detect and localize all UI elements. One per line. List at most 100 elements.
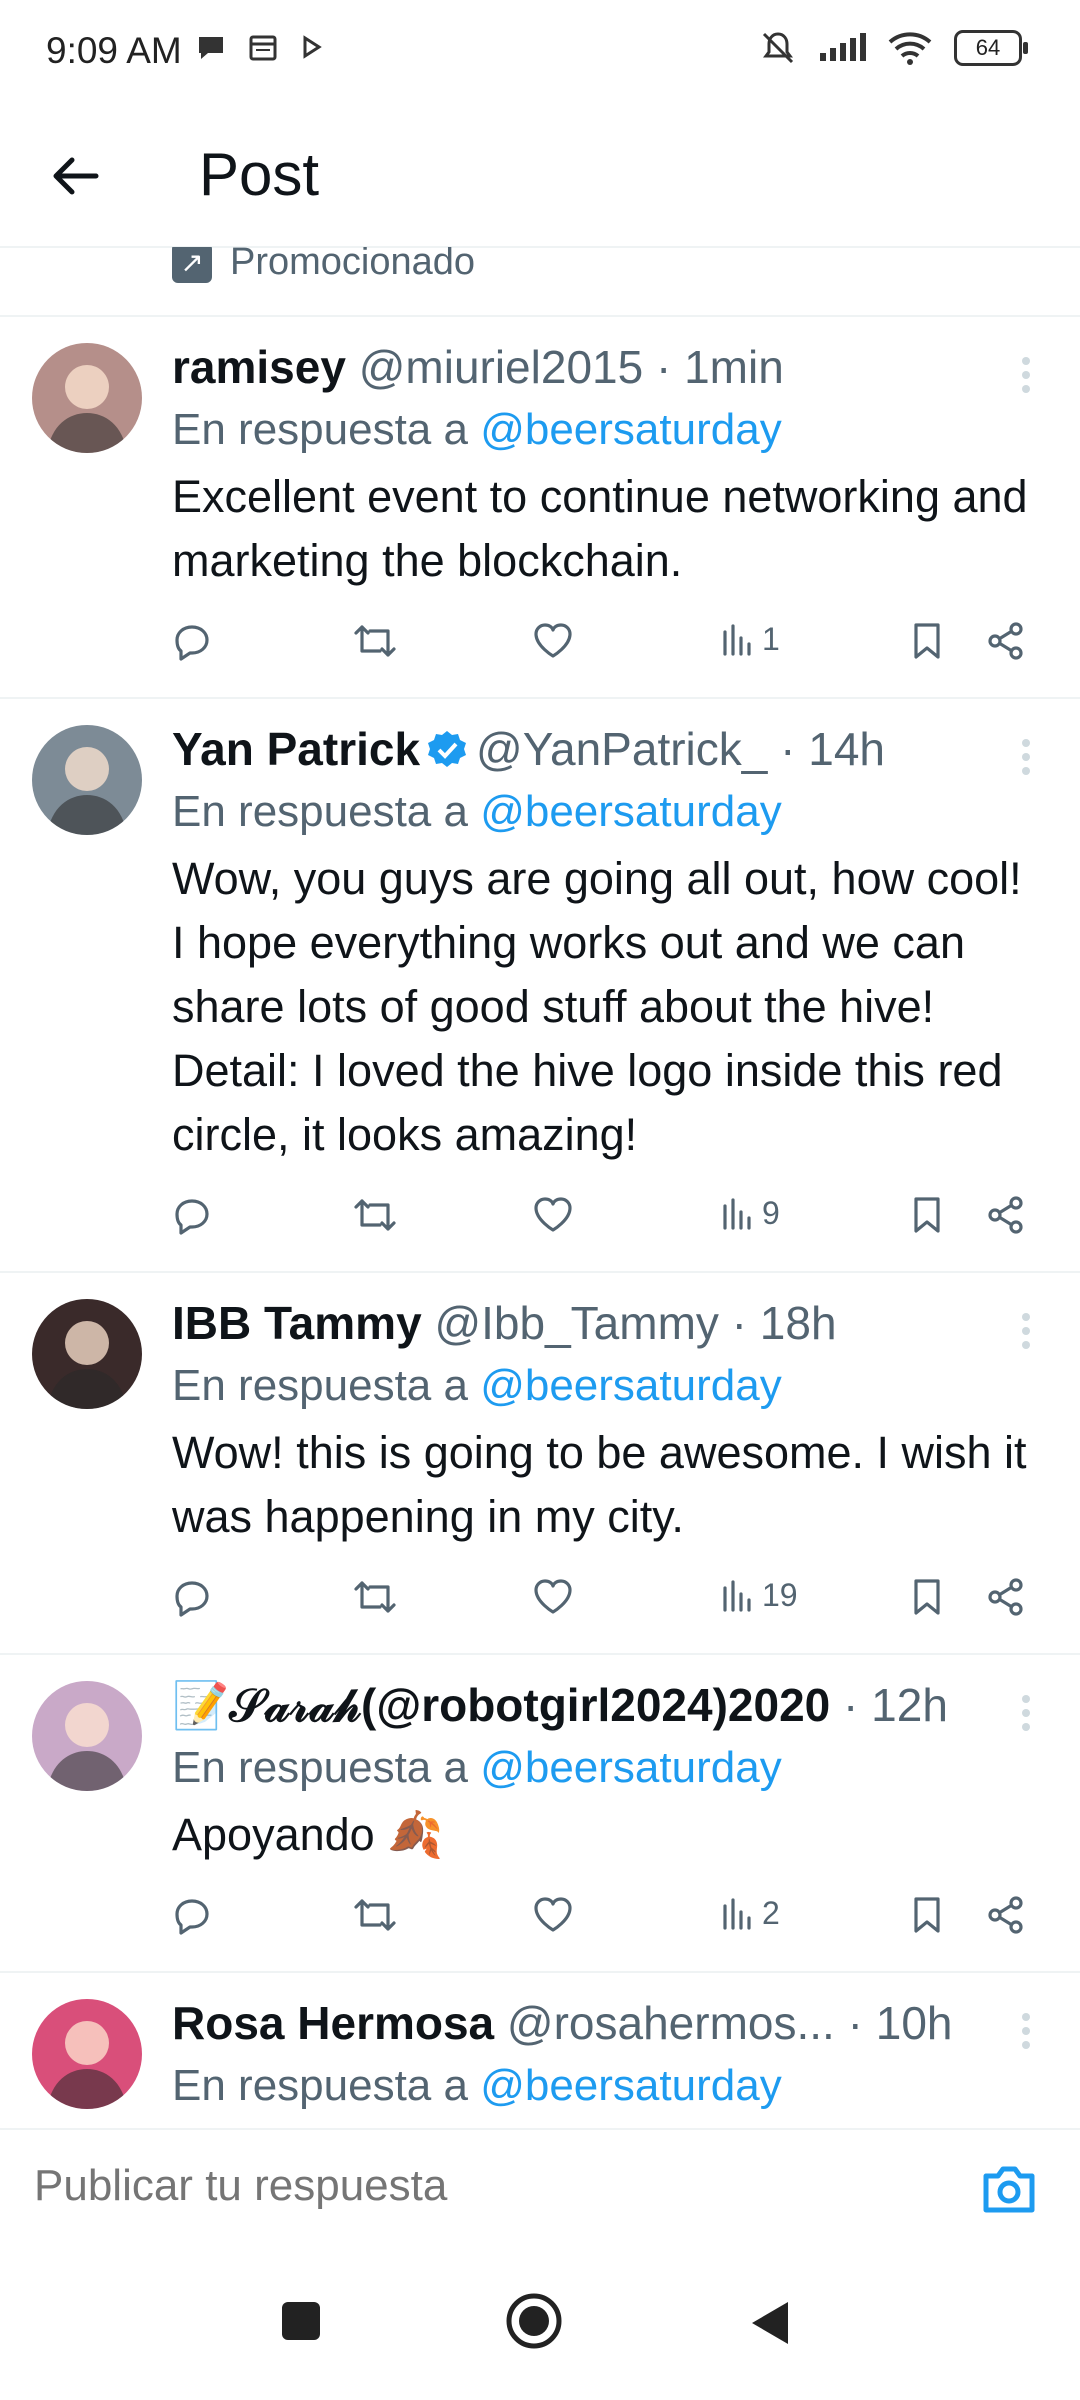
app-header: Post [0,120,1080,248]
reply-context: En respuesta a @beersaturday [172,399,1040,461]
comment-icon [175,1199,209,1235]
views-button[interactable]: 2 [720,1895,780,1932]
retweet-icon [354,1199,396,1231]
reply-mention-link[interactable]: @beersaturday [480,405,782,454]
like-button[interactable] [532,1195,574,1235]
user-handle[interactable]: @rosahermos... [507,1997,835,2049]
comment-icon [175,1581,209,1617]
bookmark-button[interactable] [910,1195,944,1235]
promoted-arrow-icon: ↗ [172,247,212,283]
views-button[interactable]: 19 [720,1577,798,1614]
avatar[interactable] [32,1299,142,1409]
home-button[interactable] [505,2292,563,2355]
retweet-button[interactable] [352,621,398,661]
retweet-button[interactable] [352,1895,398,1935]
reply-mention-link[interactable]: @beersaturday [480,2061,782,2110]
chat-bubble-icon [199,37,223,59]
comment-icon [175,1899,209,1935]
more-options-button[interactable] [1016,1693,1036,1733]
wifi-icon [888,32,932,65]
retweet-button[interactable] [352,1195,398,1235]
reply-input[interactable] [32,2160,936,2212]
reply-tweet[interactable]: Yan Patrick @YanPatrick_ · 14h En respues… [0,699,1080,1273]
timestamp[interactable]: 18h [760,1297,837,1349]
timestamp[interactable]: 14h [808,723,885,775]
analytics-bars-icon [723,1897,751,1930]
reply-button[interactable] [172,621,212,661]
camera-button[interactable] [980,2162,1038,2216]
action-bar: 2 [172,1867,1040,1971]
avatar[interactable] [32,1681,142,1791]
mute-bell-icon [762,32,794,64]
bookmark-button[interactable] [910,621,944,661]
signal-icon [820,33,866,61]
recents-button[interactable] [278,2298,324,2349]
action-bar: 1 [172,593,1040,697]
battery-icon: 64 [954,30,1028,66]
timestamp[interactable]: 10h [876,1997,953,2049]
display-name[interactable]: Yan Patrick [172,723,420,775]
reply-prefix: En respuesta a [172,787,468,836]
views-count: 1 [762,621,780,657]
display-name[interactable]: IBB Tammy [172,1297,422,1349]
reply-mention-link[interactable]: @beersaturday [480,787,782,836]
like-button[interactable] [532,621,574,661]
comment-icon [175,625,209,661]
reply-tweet[interactable]: IBB Tammy @Ibb_Tammy · 18h En respuesta … [0,1273,1080,1655]
reply-prefix: En respuesta a [172,1361,468,1410]
user-handle[interactable]: @YanPatrick_ [476,723,767,775]
replies-feed[interactable]: ramisey @miuriel2015 · 1min En respuesta… [0,317,1080,2127]
display-name[interactable]: Rosa Hermosa [172,1997,494,2049]
avatar[interactable] [32,343,142,453]
bookmark-button[interactable] [910,1895,944,1935]
share-button[interactable] [986,1895,1026,1935]
views-count: 2 [762,1895,780,1931]
bookmark-icon [914,1579,940,1615]
reply-button[interactable] [172,1895,212,1935]
tweet-text: Excellent event to continue networking a… [172,471,1028,586]
share-button[interactable] [986,621,1026,661]
reply-tweet[interactable]: Rosa Hermosa @rosahermos... · 10h En res… [0,1973,1080,2127]
more-options-button[interactable] [1016,355,1036,395]
reply-tweet[interactable]: ramisey @miuriel2015 · 1min En respuesta… [0,317,1080,699]
recents-square-icon [282,2302,320,2340]
display-name[interactable]: ramisey [172,341,346,393]
retweet-button[interactable] [352,1577,398,1617]
bookmark-icon [914,1197,940,1233]
avatar[interactable] [32,725,142,835]
display-name[interactable]: 📝𝒮𝒶𝓇𝒶𝒽(@robotgirl2024)2020 [172,1679,830,1731]
avatar-image [32,343,142,453]
share-button[interactable] [986,1577,1026,1617]
share-button[interactable] [986,1195,1026,1235]
more-options-button[interactable] [1016,1311,1036,1351]
share-icon [988,622,1023,660]
heart-icon [534,623,572,658]
like-button[interactable] [532,1895,574,1935]
reply-tweet[interactable]: 📝𝒮𝒶𝓇𝒶𝒽(@robotgirl2024)2020 · 12h En resp… [0,1655,1080,1973]
reply-button[interactable] [172,1577,212,1617]
avatar[interactable] [32,1999,142,2109]
back-nav-button[interactable] [748,2298,792,2353]
retweet-icon [354,1581,396,1613]
reply-button[interactable] [172,1195,212,1235]
timestamp[interactable]: 1min [684,341,784,393]
analytics-bars-icon [723,1197,751,1230]
reply-mention-link[interactable]: @beersaturday [480,1361,782,1410]
back-button[interactable] [44,144,108,208]
share-icon [988,1896,1023,1934]
views-button[interactable]: 9 [720,1195,780,1232]
reply-composer [0,2128,1080,2253]
more-options-button[interactable] [1016,737,1036,777]
more-options-button[interactable] [1016,2011,1036,2051]
user-handle[interactable]: @miuriel2015 [359,341,644,393]
timestamp[interactable]: 12h [871,1679,948,1731]
like-button[interactable] [532,1577,574,1617]
heart-icon [534,1897,572,1932]
reply-mention-link[interactable]: @beersaturday [480,1743,782,1792]
analytics-bars-icon [723,1579,751,1612]
views-button[interactable]: 1 [720,621,780,658]
camera-icon [983,2166,1035,2213]
bookmark-button[interactable] [910,1577,944,1617]
avatar-image [32,1299,142,1409]
user-handle[interactable]: @Ibb_Tammy [434,1297,718,1349]
